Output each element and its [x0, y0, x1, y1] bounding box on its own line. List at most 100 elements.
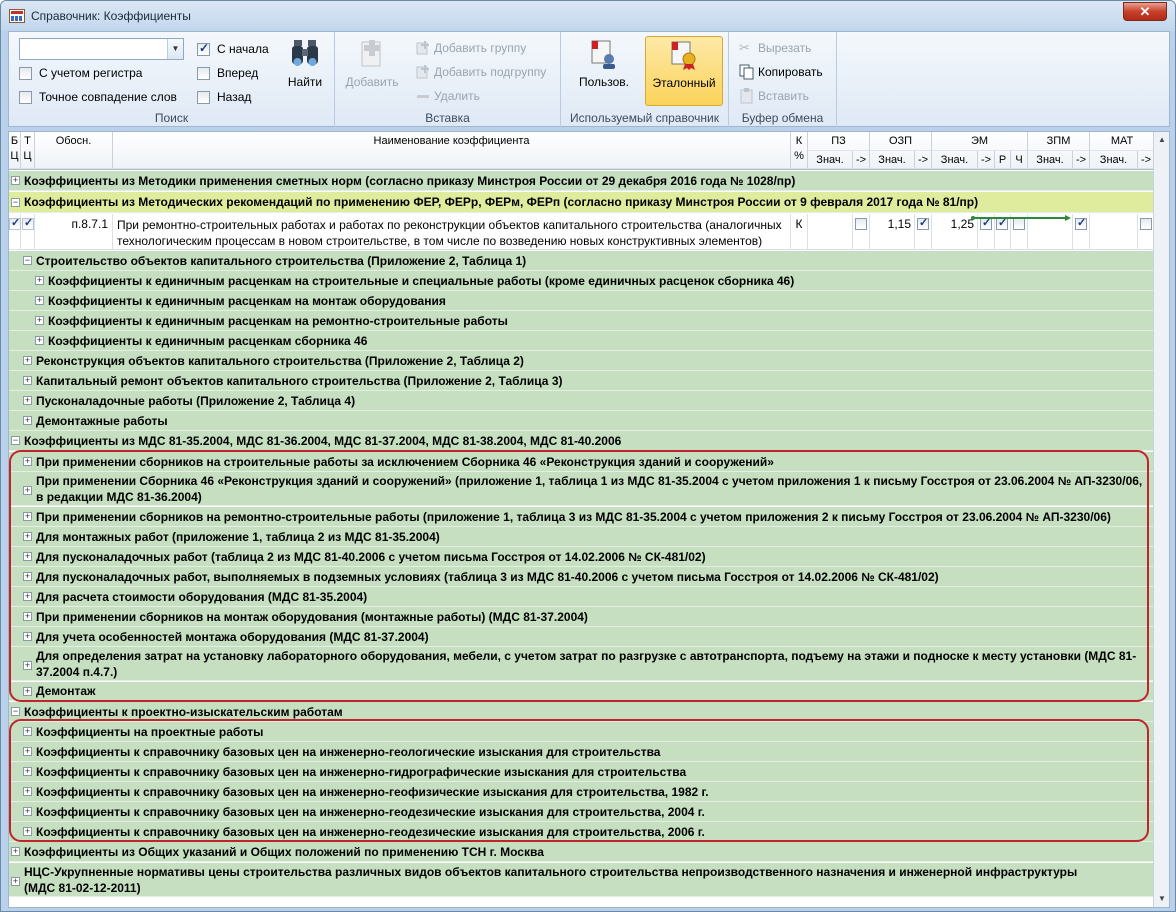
expand-icon[interactable]: +: [23, 787, 32, 796]
bc-checkbox[interactable]: [9, 216, 21, 230]
expand-icon[interactable]: +: [35, 296, 44, 305]
tree-row[interactable]: + Коэффициенты к справочнику базовых цен …: [9, 822, 1155, 842]
add-subgroup-button[interactable]: Добавить подгруппу: [415, 62, 546, 82]
col-zpm-value-header[interactable]: Знач.: [1028, 151, 1073, 169]
expand-icon[interactable]: +: [23, 416, 32, 425]
expand-icon[interactable]: +: [23, 486, 32, 495]
col-em-header[interactable]: ЭМ: [932, 132, 1028, 151]
chevron-down-icon[interactable]: ▼: [167, 39, 183, 59]
col-pz-arrow-header[interactable]: ->: [853, 151, 870, 169]
col-bc-header[interactable]: Б Ц: [9, 132, 21, 169]
expand-icon[interactable]: +: [35, 316, 44, 325]
col-pz-header[interactable]: ПЗ: [808, 132, 870, 151]
expand-icon[interactable]: +: [23, 632, 32, 641]
tree-row[interactable]: + Для пусконаладочных работ, выполняемых …: [9, 567, 1155, 587]
col-mat-value-header[interactable]: Знач.: [1090, 151, 1138, 169]
copy-button[interactable]: Копировать: [739, 62, 823, 82]
case-sensitive-checkbox[interactable]: [19, 66, 32, 80]
collapse-icon[interactable]: −: [23, 256, 32, 265]
expand-icon[interactable]: +: [23, 376, 32, 385]
expand-icon[interactable]: +: [23, 747, 32, 756]
tree-row[interactable]: + Пусконаладочные работы (Приложение 2, Т…: [9, 391, 1155, 411]
col-zpm-header[interactable]: ЗПМ: [1028, 132, 1090, 151]
col-ozp-value-header[interactable]: Знач.: [870, 151, 915, 169]
col-pz-value-header[interactable]: Знач.: [808, 151, 853, 169]
case-sensitive-option[interactable]: С учетом регистра: [19, 64, 142, 82]
search-combo[interactable]: ▼: [19, 38, 184, 60]
expand-icon[interactable]: +: [23, 572, 32, 581]
expand-icon[interactable]: +: [23, 356, 32, 365]
tree-row[interactable]: + Коэффициенты к справочнику базовых цен …: [9, 782, 1155, 802]
expand-icon[interactable]: +: [23, 612, 32, 621]
tree-row[interactable]: + Коэффициенты к единичным расценкам на с…: [9, 271, 1155, 291]
tree-row[interactable]: + Реконструкция объектов капитального стр…: [9, 351, 1155, 371]
expand-icon[interactable]: +: [23, 686, 32, 696]
tree-row[interactable]: + Демонтаж: [9, 682, 1155, 701]
expand-icon[interactable]: +: [11, 877, 20, 886]
tree-row-selected[interactable]: − Коэффициенты из Методических рекоменда…: [9, 192, 1155, 213]
tc-checkbox[interactable]: [22, 216, 34, 230]
ozp-arrow-checkbox[interactable]: [917, 216, 929, 230]
tree-row[interactable]: + Коэффициенты к справочнику базовых цен …: [9, 802, 1155, 822]
forward-checkbox[interactable]: [197, 66, 210, 80]
col-name-header[interactable]: Наименование коэффициента: [113, 132, 791, 169]
add-group-button[interactable]: Добавить группу: [415, 38, 526, 58]
close-button[interactable]: ✕: [1123, 2, 1167, 21]
tree-row[interactable]: + Коэффициенты из Общих указаний и Общих …: [9, 842, 1155, 862]
tree-row[interactable]: + Для расчета стоимости оборудования (МДС…: [9, 587, 1155, 607]
col-mat-header[interactable]: МАТ: [1090, 132, 1155, 151]
expand-icon[interactable]: +: [23, 532, 32, 541]
forward-option[interactable]: Вперед: [197, 64, 258, 82]
col-em-arrow-header[interactable]: ->: [978, 151, 995, 169]
tree-row[interactable]: + При применении сборников на ремонтно-ст…: [9, 507, 1155, 527]
zpm-arrow-checkbox[interactable]: [1075, 216, 1087, 230]
col-kp-header[interactable]: К %: [791, 132, 808, 169]
expand-icon[interactable]: +: [23, 727, 32, 736]
tree-row[interactable]: + Для монтажных работ (приложение 1, табл…: [9, 527, 1155, 547]
expand-icon[interactable]: +: [35, 276, 44, 285]
expand-icon[interactable]: +: [11, 176, 20, 185]
reference-standard-button[interactable]: Эталонный: [645, 36, 723, 106]
find-button[interactable]: Найти: [281, 38, 329, 89]
tree-row[interactable]: + Для пусконаладочных работ (таблица 2 из…: [9, 547, 1155, 567]
paste-button[interactable]: Вставить: [739, 86, 809, 106]
expand-icon[interactable]: +: [35, 336, 44, 345]
col-basis-header[interactable]: Обосн.: [35, 132, 113, 169]
tree-row[interactable]: − Строительство объектов капитального стр…: [9, 251, 1155, 271]
tree-row[interactable]: + Коэффициенты к единичным расценкам на р…: [9, 311, 1155, 331]
back-option[interactable]: Назад: [197, 88, 251, 106]
col-em-value-header[interactable]: Знач.: [932, 151, 978, 169]
expand-icon[interactable]: +: [23, 592, 32, 601]
col-tc-header[interactable]: Т Ц: [21, 132, 35, 169]
cut-button[interactable]: ✂ Вырезать: [739, 38, 811, 58]
tree-row[interactable]: − Коэффициенты из МДС 81-35.2004, МДС 81-…: [9, 431, 1155, 451]
coefficient-data-row[interactable]: п.8.7.1 При ремонтно-строительных работа…: [9, 214, 1155, 250]
tree-row[interactable]: + Коэффициенты к справочнику базовых цен …: [9, 762, 1155, 782]
tree-row[interactable]: + При применении сборников на монтаж обор…: [9, 607, 1155, 627]
exact-match-checkbox[interactable]: [19, 90, 32, 104]
expand-icon[interactable]: +: [23, 827, 32, 836]
tree-row[interactable]: + Коэффициенты из Методики применения см…: [9, 171, 1155, 191]
expand-icon[interactable]: +: [23, 396, 32, 405]
tree-row[interactable]: + Коэффициенты к справочнику базовых цен …: [9, 742, 1155, 762]
tree-row[interactable]: + Для определения затрат на установку лаб…: [9, 647, 1155, 681]
tree-row[interactable]: + При применении сборников на строительны…: [9, 452, 1155, 472]
tree-row[interactable]: + Коэффициенты на проектные работы: [9, 722, 1155, 742]
vertical-scrollbar[interactable]: ▲ ▼: [1153, 132, 1169, 907]
tree-row[interactable]: + При применении Сборника 46 «Реконструкц…: [9, 472, 1155, 506]
col-zpm-arrow-header[interactable]: ->: [1073, 151, 1090, 169]
tree-row[interactable]: + Капитальный ремонт объектов капитальног…: [9, 371, 1155, 391]
tree-row[interactable]: − Коэффициенты к проектно-изыскательским …: [9, 702, 1155, 722]
user-reference-button[interactable]: Пользов.: [569, 38, 639, 102]
mat-arrow-checkbox[interactable]: [1140, 218, 1152, 230]
scroll-down-icon[interactable]: ▼: [1155, 891, 1169, 907]
scroll-up-icon[interactable]: ▲: [1155, 132, 1169, 148]
tree-row[interactable]: + Демонтажные работы: [9, 411, 1155, 431]
collapse-icon[interactable]: −: [11, 436, 20, 445]
expand-icon[interactable]: +: [11, 847, 20, 856]
expand-icon[interactable]: +: [23, 807, 32, 816]
delete-button[interactable]: Удалить: [415, 86, 480, 106]
tree-row[interactable]: + Коэффициенты к единичным расценкам на м…: [9, 291, 1155, 311]
expand-icon[interactable]: +: [23, 457, 32, 466]
col-em-r-header[interactable]: Р: [995, 151, 1011, 169]
